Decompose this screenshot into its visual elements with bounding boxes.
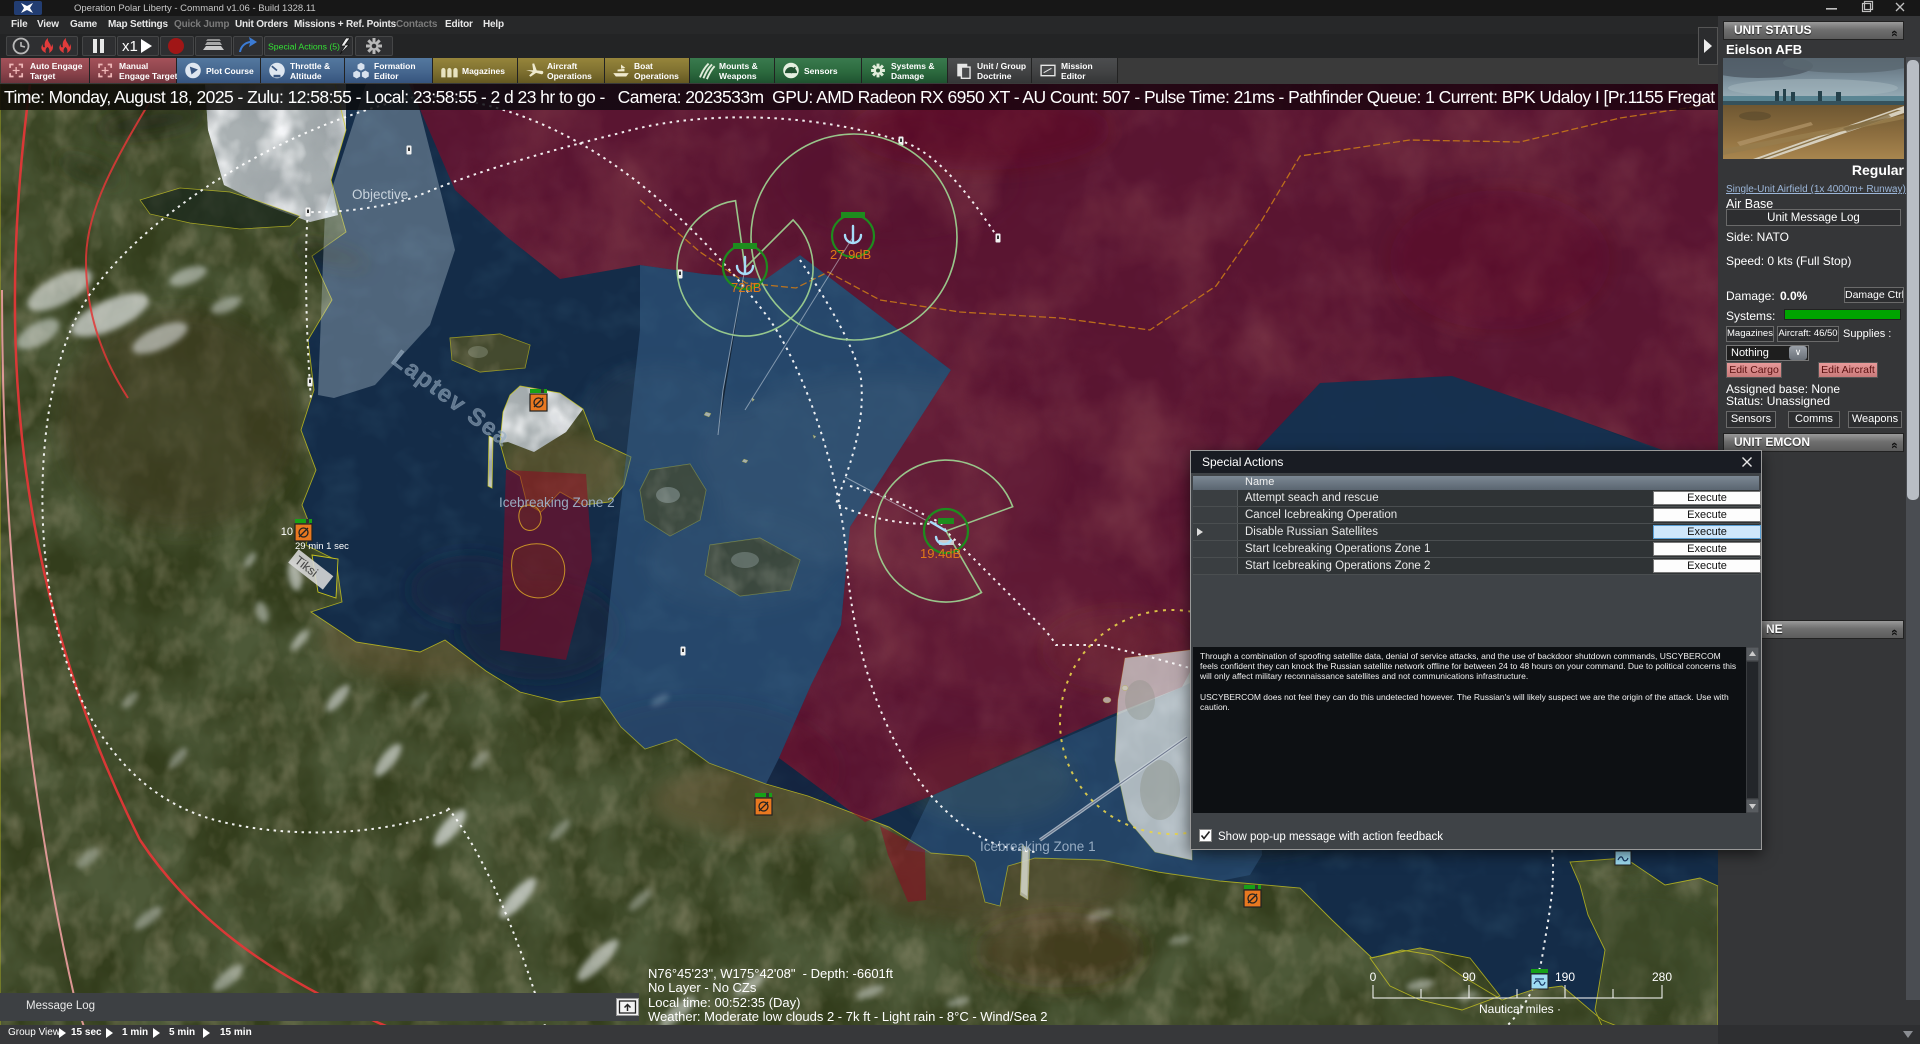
svg-text:19.4dB: 19.4dB	[920, 546, 961, 561]
svg-text:27.9dB: 27.9dB	[830, 247, 871, 262]
svg-text:Icebreaking Zone 2: Icebreaking Zone 2	[499, 495, 615, 510]
svg-text:x1: x1	[122, 38, 138, 55]
svg-text:Special Actions (5): Special Actions (5)	[268, 42, 340, 52]
svg-text:10: 10	[281, 526, 293, 538]
svg-text:90: 90	[1462, 970, 1476, 984]
svg-text:29 min 1 sec: 29 min 1 sec	[295, 541, 349, 552]
svg-text:Nautical miles ·: Nautical miles ·	[1479, 1002, 1561, 1016]
svg-text:190: 190	[1555, 970, 1575, 984]
svg-text:72dB: 72dB	[731, 280, 761, 295]
svg-text:Icebreaking Zone 1: Icebreaking Zone 1	[980, 839, 1096, 854]
svg-text:Objective: Objective	[352, 187, 408, 202]
svg-text:280: 280	[1652, 970, 1672, 984]
svg-text:0: 0	[1370, 970, 1377, 984]
